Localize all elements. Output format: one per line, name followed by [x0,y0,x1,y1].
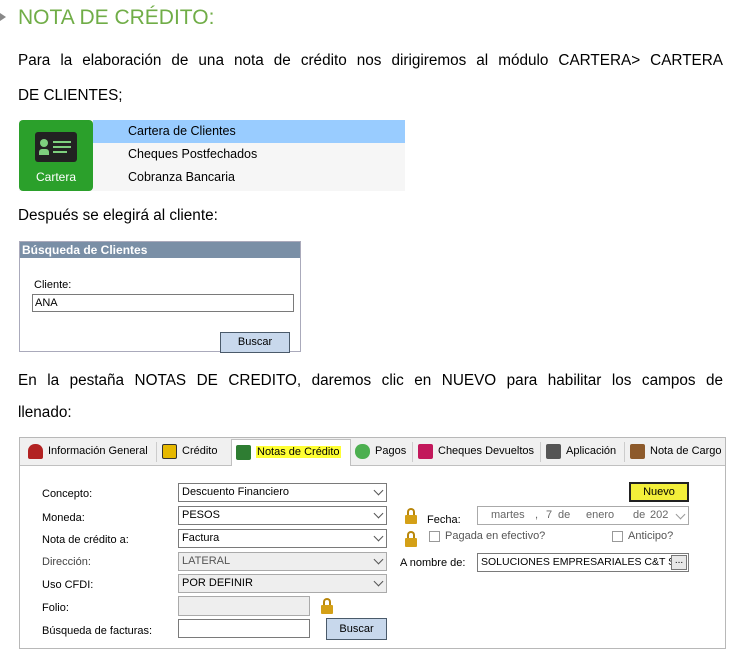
cheque-icon [418,443,433,459]
cargo-icon [630,443,645,459]
calculator-icon [162,443,177,459]
uso-cfdi-label: Uso CFDI: [42,579,94,591]
anticipo-label: Anticipo? [628,530,674,542]
coins-icon [355,443,370,459]
folio-label: Folio: [42,602,69,614]
concepto-select[interactable]: Descuento Financiero [178,483,387,502]
anticipo-checkbox [612,531,623,542]
client-search-button[interactable]: Buscar [220,332,290,353]
tab-paragraph-line1: En la pestaña NOTAS DE CREDITO, daremos … [18,372,723,389]
intro-paragraph-line1: Para la elaboración de una nota de crédi… [18,52,723,69]
nuevo-button[interactable]: Nuevo [629,482,689,502]
pen-icon [546,443,561,459]
a-nombre-de-label: A nombre de: [400,557,466,569]
cartera-icon-label: Cartera [35,170,76,184]
pagada-efectivo-label: Pagada en efectivo? [445,530,546,542]
tab-credito[interactable]: Crédito [162,439,217,464]
fecha-label: Fecha: [427,514,461,526]
board-icon [35,132,77,162]
fecha-picker: martes , 7 de enero de 202 [477,506,689,525]
heading-marker [0,13,6,21]
folio-input [178,596,310,616]
nota-credito-a-select[interactable]: Factura [178,529,387,548]
tab-paragraph-line2: llenado: [18,404,72,421]
menu-item-cobranza-bancaria[interactable]: Cobranza Bancaria [93,166,405,189]
tab-pagos[interactable]: Pagos [355,439,406,464]
pagada-efectivo-checkbox [429,531,440,542]
menu-item-cheques-postfechados[interactable]: Cheques Postfechados [93,143,405,166]
tab-notas-de-credito[interactable]: Notas de Crédito [231,439,351,466]
tab-nota-de-cargo[interactable]: Nota de Cargo [630,439,722,464]
busqueda-facturas-input[interactable] [178,619,310,638]
moneda-label: Moneda: [42,512,85,524]
intro-paragraph-line2: DE CLIENTES; [18,87,123,104]
chevron-down-icon [373,576,384,587]
chevron-down-icon [373,531,384,542]
buscar-facturas-button[interactable]: Buscar [326,618,387,640]
concepto-label: Concepto: [42,488,93,500]
a-nombre-de-input[interactable]: SOLUCIONES EMPRESARIALES C&T S.A DE C.V.… [477,553,689,572]
lock-icon [404,531,418,547]
chevron-down-icon [373,508,384,519]
cliente-input[interactable]: ANA [32,294,294,312]
chevron-down-icon [373,485,384,496]
chevron-down-icon [373,554,384,565]
chevron-down-icon [675,509,686,520]
busqueda-facturas-label: Búsqueda de facturas: [42,625,153,637]
person-icon [28,443,43,459]
tab-informacion-general[interactable]: Información General [28,439,148,464]
cliente-label: Cliente: [34,279,72,291]
tab-bar: Información General Crédito Notas de Cré… [20,438,725,466]
client-paragraph: Después se elegirá al cliente: [18,207,218,224]
nota-credito-a-label: Nota de crédito a: [42,534,129,546]
menu-item-cartera-clientes[interactable]: Cartera de Clientes [93,120,405,143]
cartera-module-icon[interactable]: Cartera [19,120,93,191]
moneda-select[interactable]: PESOS [178,506,387,525]
section-heading: NOTA DE CRÉDITO: [18,6,215,29]
client-search-dialog: Búsqueda de Clientes Cliente: ANA Buscar [19,241,301,353]
credit-note-panel: Información General Crédito Notas de Cré… [19,437,726,649]
lock-icon [404,508,418,524]
tab-cheques-devueltos[interactable]: Cheques Devueltos [418,439,534,464]
tab-aplicacion[interactable]: Aplicación [546,439,616,464]
lock-icon [320,598,334,614]
note-icon [236,444,251,460]
browse-button[interactable]: ... [671,555,687,570]
client-search-title: Búsqueda de Clientes [20,242,300,258]
direccion-select: LATERAL [178,552,387,571]
uso-cfdi-select[interactable]: POR DEFINIR [178,574,387,593]
direccion-label: Dirección: [42,556,91,568]
